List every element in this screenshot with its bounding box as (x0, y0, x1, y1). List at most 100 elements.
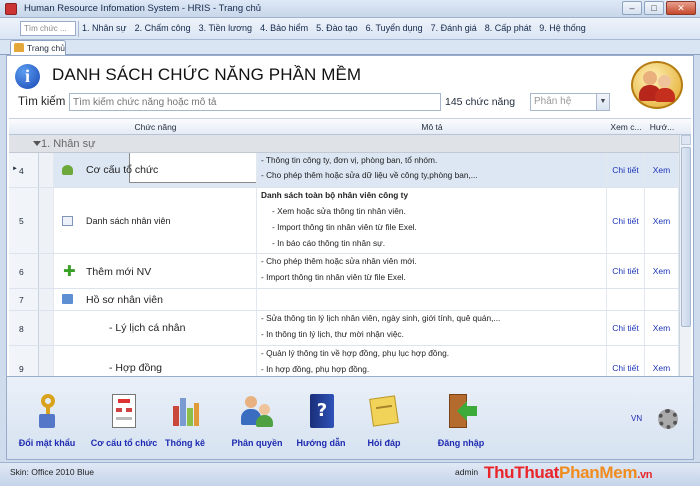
column-header-view[interactable]: Xem c... (607, 122, 645, 132)
menu-item-nhan-su[interactable]: 1. Nhân sự (82, 23, 127, 33)
main-content: i DANH SÁCH CHỨC NĂNG PHẦN MỀM Tìm kiếm … (6, 55, 694, 377)
add-employee-icon: ✚ (63, 262, 76, 280)
notepad-icon (368, 394, 400, 430)
view-cell[interactable]: Chi tiết (607, 346, 645, 376)
scroll-thumb[interactable] (681, 147, 691, 327)
org-structure-label: Cơ cấu tổ chức (90, 438, 158, 448)
guide-cell (645, 289, 679, 310)
language-selector[interactable]: VN (631, 414, 642, 423)
employee-list-icon (62, 216, 73, 226)
column-header-function[interactable]: Chức năng (54, 122, 257, 132)
menu-item-dao-tao[interactable]: 5. Đào tạo (316, 23, 358, 33)
table-row[interactable]: ► 4 Cơ cấu tổ chức - Thông tin công ty, đ… (9, 153, 679, 188)
table-row[interactable]: 8 - Lý lịch cá nhân - Sửa thông tin lý l… (9, 311, 679, 346)
view-cell[interactable]: Chi tiết (607, 188, 645, 253)
chevron-down-icon[interactable]: ▼ (596, 94, 609, 110)
window-title: Human Resource Infomation System - HRIS … (24, 3, 262, 14)
row-number: 5 (19, 216, 24, 226)
guide-cell[interactable]: Xem (645, 346, 679, 376)
view-detail-link[interactable]: Chi tiết (607, 165, 644, 175)
gear-icon[interactable] (658, 409, 678, 429)
permissions-label: Phân quyền (231, 438, 283, 448)
tab-home[interactable]: Trang chủ (10, 40, 66, 55)
view-detail-link[interactable]: Chi tiết (607, 266, 644, 276)
menu-item-he-thong[interactable]: 9. Hệ thống (539, 23, 586, 33)
current-row-icon: ► (12, 166, 18, 172)
title-bar: Human Resource Infomation System - HRIS … (0, 0, 700, 18)
description-cell: - Sửa thông tin lý lịch nhân viên, ngày … (257, 311, 607, 345)
maximize-button[interactable]: □ (644, 1, 664, 15)
minimize-button[interactable]: – (622, 1, 642, 15)
table-row[interactable]: 9 - Hợp đồng - Quản lý thông tin về hợp … (9, 346, 679, 376)
page-title: DANH SÁCH CHỨC NĂNG PHẦN MỀM (52, 65, 362, 84)
watermark-part2: PhanMem (559, 463, 638, 482)
current-user: admin (455, 467, 479, 477)
statistics-button[interactable]: Thống kê (161, 394, 209, 448)
menu-item-cap-phat[interactable]: 8. Cấp phát (485, 23, 532, 33)
permissions-button[interactable]: Phân quyền (227, 394, 287, 448)
function-cell[interactable]: - Hợp đồng (54, 346, 257, 376)
grid-header: Chức năng Mô tả Xem c... Hướ... (9, 119, 691, 135)
description-cell: - Thông tin công ty, đơn vị, phòng ban, … (257, 153, 607, 187)
guide-cell[interactable]: Xem (645, 153, 679, 187)
view-detail-link[interactable]: Chi tiết (607, 363, 644, 373)
view-guide-link[interactable]: Xem (645, 323, 678, 333)
description-cell: - Cho phép thêm hoặc sửa nhân viên mới. … (257, 254, 607, 288)
watermark-domain: .vn (637, 469, 653, 481)
row-number-cell: 6 (9, 254, 39, 288)
window-controls: – □ ✕ (622, 1, 696, 15)
close-button[interactable]: ✕ (666, 1, 696, 15)
faq-button[interactable]: Hỏi đáp (359, 394, 409, 448)
org-structure-button[interactable]: Cơ cấu tổ chức (87, 394, 161, 448)
vertical-scrollbar[interactable] (679, 135, 691, 376)
module-filter-select[interactable]: Phân hệ ▼ (530, 93, 610, 111)
scroll-up-button[interactable] (681, 135, 691, 145)
view-guide-link[interactable]: Xem (645, 266, 678, 276)
guide-cell[interactable]: Xem (645, 254, 679, 288)
users-icon (631, 61, 683, 109)
menu-item-tuyen-dung[interactable]: 6. Tuyển dụng (366, 23, 423, 33)
view-cell[interactable]: Chi tiết (607, 254, 645, 288)
table-row[interactable]: 6 ✚ Thêm mới NV - Cho phép thêm hoặc sửa… (9, 254, 679, 289)
guide-cell[interactable]: Xem (645, 311, 679, 345)
change-password-button[interactable]: Đổi mật khẩu (11, 394, 83, 448)
column-header-guide[interactable]: Hướ... (645, 122, 679, 132)
row-number: 6 (19, 267, 24, 277)
view-cell[interactable]: Chi tiết (607, 311, 645, 345)
view-guide-link[interactable]: Xem (645, 216, 678, 226)
menu-item-danh-gia[interactable]: 7. Đánh giá (431, 23, 477, 33)
row-indent (39, 346, 54, 376)
view-guide-link[interactable]: Xem (645, 363, 678, 373)
function-cell[interactable]: Cơ cấu tổ chức (54, 153, 257, 187)
user-head-icon (643, 71, 657, 85)
description-cell (257, 289, 607, 310)
description-line: - Quản lý thông tin về hợp đồng, phụ lục… (261, 348, 450, 358)
view-cell[interactable]: Chi tiết (607, 153, 645, 187)
function-cell[interactable]: ✚ Thêm mới NV (54, 254, 257, 288)
menu-item-tien-luong[interactable]: 3. Tiền lương (199, 23, 252, 33)
group-row[interactable]: 1. Nhân sự (9, 135, 679, 153)
table-row[interactable]: 7 Hồ sơ nhân viên (9, 289, 679, 311)
menu-item-cham-cong[interactable]: 2. Chấm công (135, 23, 191, 33)
view-guide-link[interactable]: Xem (645, 165, 678, 175)
table-row[interactable]: 5 Danh sách nhân viên Danh sách toàn bộ … (9, 188, 679, 254)
menu-item-bao-hiem[interactable]: 4. Bảo hiểm (260, 23, 308, 33)
function-cell[interactable]: Hồ sơ nhân viên (54, 289, 257, 310)
function-cell[interactable]: - Lý lịch cá nhân (54, 311, 257, 345)
view-detail-link[interactable]: Chi tiết (607, 323, 644, 333)
view-detail-link[interactable]: Chi tiết (607, 216, 644, 226)
login-button[interactable]: Đăng nhập (431, 394, 491, 448)
function-count: 145 chức năng (445, 96, 516, 108)
guide-cell[interactable]: Xem (645, 188, 679, 253)
description-line: - Thông tin công ty, đơn vị, phòng ban, … (261, 155, 438, 165)
login-label: Đăng nhập (437, 438, 485, 448)
menu-search-input[interactable]: Tìm chức ... (20, 21, 76, 36)
guide-button[interactable]: ? Hướng dẫn (291, 394, 351, 448)
row-indent (39, 153, 54, 187)
description-line: - Import thông tin nhân viên từ file Exe… (272, 222, 417, 232)
column-header-description[interactable]: Mô tả (257, 122, 607, 132)
search-input[interactable] (69, 93, 441, 111)
chart-icon (169, 394, 201, 430)
collapse-icon[interactable] (33, 141, 41, 146)
function-cell[interactable]: Danh sách nhân viên (54, 188, 257, 253)
